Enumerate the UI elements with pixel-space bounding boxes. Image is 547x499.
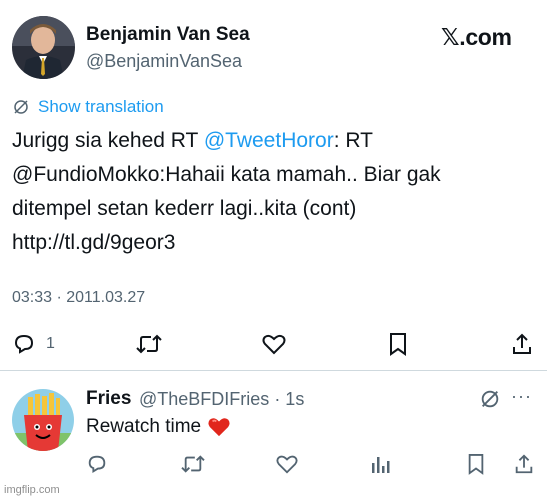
bookmark-button[interactable] [387, 326, 409, 362]
mention-link[interactable]: @TweetHoror [204, 129, 334, 152]
reply-text: Rewatch time [86, 416, 231, 438]
reply-count: 1 [46, 335, 55, 352]
reply-button[interactable]: 1 [12, 326, 55, 362]
reply-avatar[interactable] [12, 389, 74, 451]
show-translation-link[interactable]: Show translation [12, 97, 164, 117]
reply-bookmark-button[interactable] [466, 450, 486, 478]
like-icon [275, 453, 299, 475]
reply-like-button[interactable] [275, 450, 299, 478]
reply-text-body: Rewatch time [86, 416, 202, 437]
like-button[interactable] [261, 326, 287, 362]
reply-retweet-button[interactable] [180, 450, 206, 478]
share-icon [513, 453, 535, 475]
reply-actions [0, 450, 547, 478]
reply-icon [12, 332, 36, 356]
author-avatar[interactable] [12, 16, 75, 79]
bookmark-icon [387, 332, 409, 356]
reply-icon [86, 453, 108, 475]
views-icon [371, 453, 391, 475]
tweet-timestamp[interactable]: 03:33 · 2011.03.27 [12, 289, 145, 307]
reply-share-button[interactable] [513, 450, 535, 478]
share-button[interactable] [510, 326, 534, 362]
author-name[interactable]: Benjamin Van Sea [86, 24, 250, 46]
reply-views-button[interactable] [371, 450, 391, 478]
heart-emoji-icon [207, 416, 231, 438]
more-options-button[interactable]: ··· [511, 386, 532, 407]
reply-translate-icon[interactable] [479, 388, 501, 410]
translate-icon [12, 98, 30, 116]
tweet-text-before: Jurigg sia kehed RT [12, 129, 204, 152]
author-handle[interactable]: @BenjaminVanSea [86, 51, 242, 72]
show-translation-label: Show translation [38, 97, 164, 116]
bookmark-icon [466, 453, 486, 475]
retweet-button[interactable] [135, 326, 163, 362]
reply-age: · 1s [274, 389, 305, 409]
tweet-text: Jurigg sia kehed RT @TweetHoror: RT @Fun… [12, 124, 512, 260]
imgflip-watermark: imgflip.com [4, 484, 60, 496]
like-icon [261, 332, 287, 356]
share-icon [510, 332, 534, 356]
reply-reply-button[interactable] [86, 450, 108, 478]
tweet-actions: 1 [0, 326, 547, 362]
x-brand-logo: 𝕏.com [441, 24, 512, 50]
reply-author-meta[interactable]: @TheBFDIFries · 1s [139, 389, 304, 410]
reply-author-handle: @TheBFDIFries [139, 389, 270, 409]
reply-author-name[interactable]: Fries [86, 388, 131, 410]
retweet-icon [135, 332, 163, 356]
retweet-icon [180, 453, 206, 475]
divider [0, 370, 547, 371]
